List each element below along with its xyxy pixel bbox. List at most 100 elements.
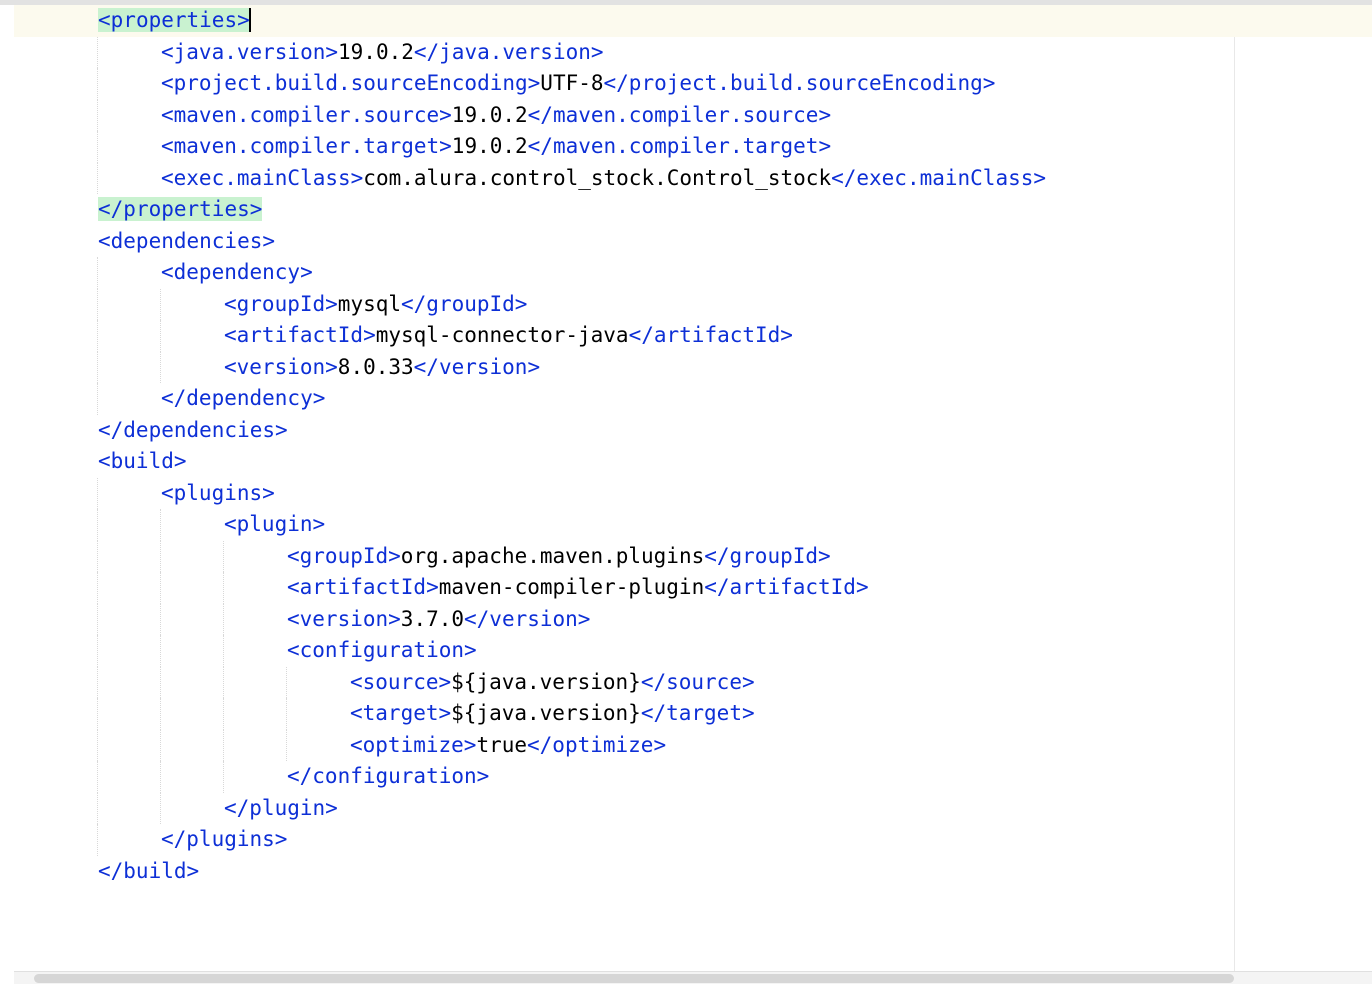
xml-tag: </artifactId> [629,323,793,347]
code-content[interactable]: <groupId>org.apache.maven.plugins</group… [287,541,831,573]
xml-tag: </ [98,197,123,221]
code-content[interactable]: </plugins> [161,824,287,856]
xml-tag: <configuration> [287,638,477,662]
xml-tag: </configuration> [287,764,489,788]
code-line[interactable]: </configuration> [14,761,1372,793]
code-line[interactable]: </plugins> [14,824,1372,856]
text-caret [249,8,251,32]
code-content[interactable]: <plugins> [161,478,275,510]
code-content[interactable]: <configuration> [287,635,477,667]
xml-tag: <groupId> [287,544,401,568]
xml-tag: <maven.compiler.source> [161,103,452,127]
code-line[interactable]: <artifactId>maven-compiler-plugin</artif… [14,572,1372,604]
xml-tag: </groupId> [401,292,527,316]
code-line[interactable]: <build> [14,446,1372,478]
xml-tag: <dependencies> [98,229,275,253]
code-line[interactable]: <plugin> [14,509,1372,541]
xml-tag: </plugins> [161,827,287,851]
xml-text: 8.0.33 [338,355,414,379]
code-line[interactable]: <plugins> [14,478,1372,510]
code-content[interactable]: <build> [98,446,187,478]
code-content[interactable]: </dependencies> [98,415,288,447]
xml-tag: </artifactId> [704,575,868,599]
code-line[interactable]: <groupId>org.apache.maven.plugins</group… [14,541,1372,573]
code-line[interactable]: </build> [14,856,1372,888]
code-line[interactable]: </properties> [14,194,1372,226]
code-content[interactable]: <project.build.sourceEncoding>UTF-8</pro… [161,68,995,100]
code-content[interactable]: <artifactId>mysql-connector-java</artifa… [224,320,793,352]
xml-tag: > [250,197,263,221]
xml-tag: <plugins> [161,481,275,505]
xml-tag: <source> [350,670,451,694]
code-area[interactable]: <properties><java.version>19.0.2</java.v… [14,5,1372,984]
xml-tag: </java.version> [414,40,604,64]
code-content[interactable]: <maven.compiler.target>19.0.2</maven.com… [161,131,831,163]
xml-tag: </dependency> [161,386,325,410]
code-content[interactable]: <exec.mainClass>com.alura.control_stock.… [161,163,1046,195]
code-content[interactable]: <optimize>true</optimize> [350,730,666,762]
code-content[interactable]: <artifactId>maven-compiler-plugin</artif… [287,572,869,604]
code-line[interactable]: <java.version>19.0.2</java.version> [14,37,1372,69]
code-line[interactable]: <project.build.sourceEncoding>UTF-8</pro… [14,68,1372,100]
xml-text: mysql [338,292,401,316]
code-editor[interactable]: <properties><java.version>19.0.2</java.v… [0,0,1372,984]
xml-text: ${java.version} [451,701,641,725]
code-content[interactable]: <version>8.0.33</version> [224,352,540,384]
xml-text: ${java.version} [451,670,641,694]
code-line[interactable]: </dependency> [14,383,1372,415]
xml-tag: properties [111,8,237,32]
xml-tag: < [98,8,111,32]
code-line[interactable]: <maven.compiler.source>19.0.2</maven.com… [14,100,1372,132]
code-content[interactable]: <source>${java.version}</source> [350,667,755,699]
xml-tag: </plugin> [224,796,338,820]
xml-tag: <build> [98,449,187,473]
xml-tag: </maven.compiler.source> [528,103,831,127]
code-line[interactable]: <exec.mainClass>com.alura.control_stock.… [14,163,1372,195]
xml-tag: </build> [98,859,199,883]
code-line[interactable]: <configuration> [14,635,1372,667]
scrollbar-thumb[interactable] [34,974,1234,983]
xml-text: com.alura.control_stock.Control_stock [363,166,831,190]
xml-tag: <artifactId> [287,575,439,599]
code-line[interactable]: <artifactId>mysql-connector-java</artifa… [14,320,1372,352]
code-content[interactable]: <dependencies> [98,226,275,258]
code-content[interactable]: <groupId>mysql</groupId> [224,289,527,321]
code-content[interactable]: </configuration> [287,761,489,793]
code-content[interactable]: <version>3.7.0</version> [287,604,590,636]
code-line[interactable]: <version>8.0.33</version> [14,352,1372,384]
code-content[interactable]: </properties> [98,194,262,226]
xml-tag: </optimize> [527,733,666,757]
code-line[interactable]: </plugin> [14,793,1372,825]
xml-text: 19.0.2 [338,40,414,64]
code-line[interactable]: <source>${java.version}</source> [14,667,1372,699]
code-line[interactable]: <dependencies> [14,226,1372,258]
code-content[interactable]: <plugin> [224,509,325,541]
xml-tag: </version> [464,607,590,631]
xml-tag: </dependencies> [98,418,288,442]
code-content[interactable]: </plugin> [224,793,338,825]
code-line[interactable]: <groupId>mysql</groupId> [14,289,1372,321]
code-content[interactable]: <properties> [98,5,251,37]
code-content[interactable]: <target>${java.version}</target> [350,698,755,730]
code-content[interactable]: </build> [98,856,199,888]
code-line[interactable]: <version>3.7.0</version> [14,604,1372,636]
code-line[interactable]: <maven.compiler.target>19.0.2</maven.com… [14,131,1372,163]
xml-tag: <maven.compiler.target> [161,134,452,158]
xml-tag: </maven.compiler.target> [528,134,831,158]
xml-tag: <target> [350,701,451,725]
code-line[interactable]: <dependency> [14,257,1372,289]
xml-tag: <version> [224,355,338,379]
code-content[interactable]: <dependency> [161,257,313,289]
code-line[interactable]: </dependencies> [14,415,1372,447]
code-content[interactable]: <java.version>19.0.2</java.version> [161,37,604,69]
code-line[interactable]: <optimize>true</optimize> [14,730,1372,762]
xml-tag: <version> [287,607,401,631]
xml-tag: </exec.mainClass> [831,166,1046,190]
code-content[interactable]: </dependency> [161,383,325,415]
code-line[interactable]: <target>${java.version}</target> [14,698,1372,730]
xml-tag: properties [123,197,249,221]
code-line[interactable]: <properties> [14,5,1372,37]
xml-text: mysql-connector-java [376,323,629,347]
code-content[interactable]: <maven.compiler.source>19.0.2</maven.com… [161,100,831,132]
horizontal-scrollbar[interactable] [14,971,1372,984]
